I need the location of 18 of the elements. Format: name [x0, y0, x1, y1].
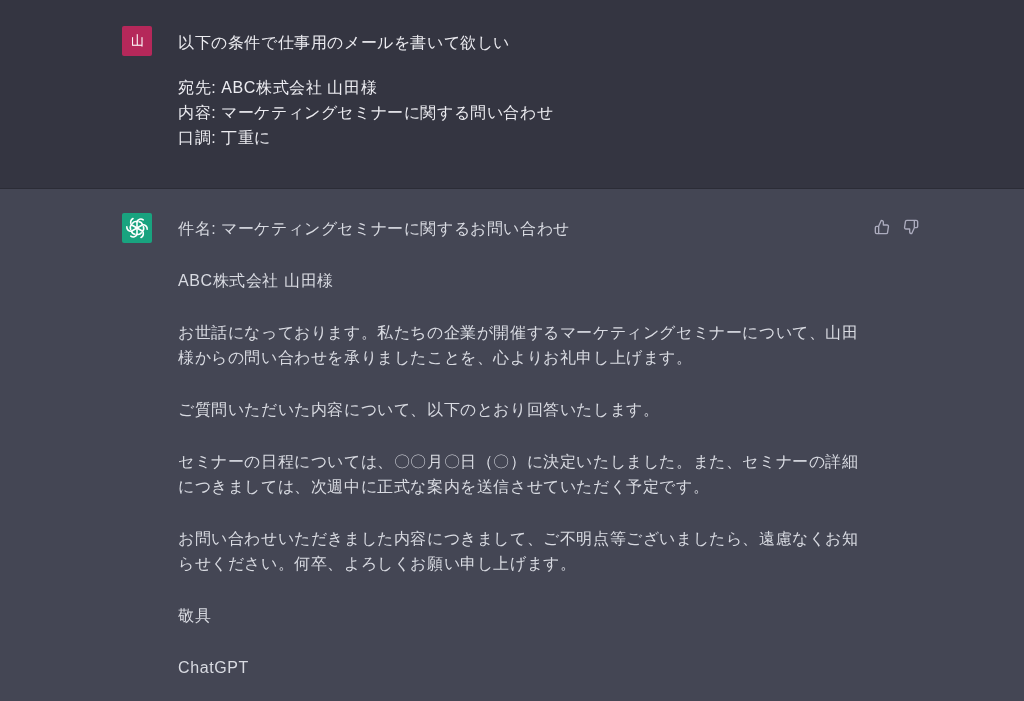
message-text: ABC株式会社 山田様 — [178, 271, 335, 291]
message-text: 敬具 — [178, 606, 213, 626]
message-text: ご質問いただいた内容について、以下のとおり回答いたします。 — [178, 400, 661, 420]
thumbs-up-icon — [874, 219, 890, 235]
thumbs-down-icon — [903, 219, 919, 235]
message-text: 宛先: ABC株式会社 山田様 — [178, 78, 379, 98]
message-text: 以下の条件で仕事用のメールを書いて欲しい — [178, 33, 511, 53]
thumbs-up-button[interactable] — [872, 217, 892, 237]
logo-icon — [122, 213, 152, 243]
user-avatar: 山 — [122, 26, 152, 56]
message-text: 口調: 丁重に — [178, 128, 273, 148]
message-text: ChatGPT — [178, 658, 250, 678]
thumbs-down-button[interactable] — [901, 217, 921, 237]
message-text: お世話になっております。私たちの企業が開催するマーケティングセミナーについて、山田様からの問い合わせを承りましたことを、心よりお礼申し上げます。 — [178, 323, 860, 368]
message-text: お問い合わせいただきました内容につきまして、ご不明点等ございましたら、遠慮なくお知らせください。何卒、よろしくお願い申し上げます。 — [178, 529, 860, 574]
message-text: セミナーの日程については、〇〇月〇日（〇）に決定いたしました。また、セミナーの詳細につきましては、次週中に正式な案内を送信させていただく予定です。 — [178, 452, 860, 497]
message-text: 内容: マーケティングセミナーに関する問い合わせ — [178, 103, 555, 123]
message-text: 件名: マーケティングセミナーに関するお問い合わせ — [178, 219, 571, 239]
